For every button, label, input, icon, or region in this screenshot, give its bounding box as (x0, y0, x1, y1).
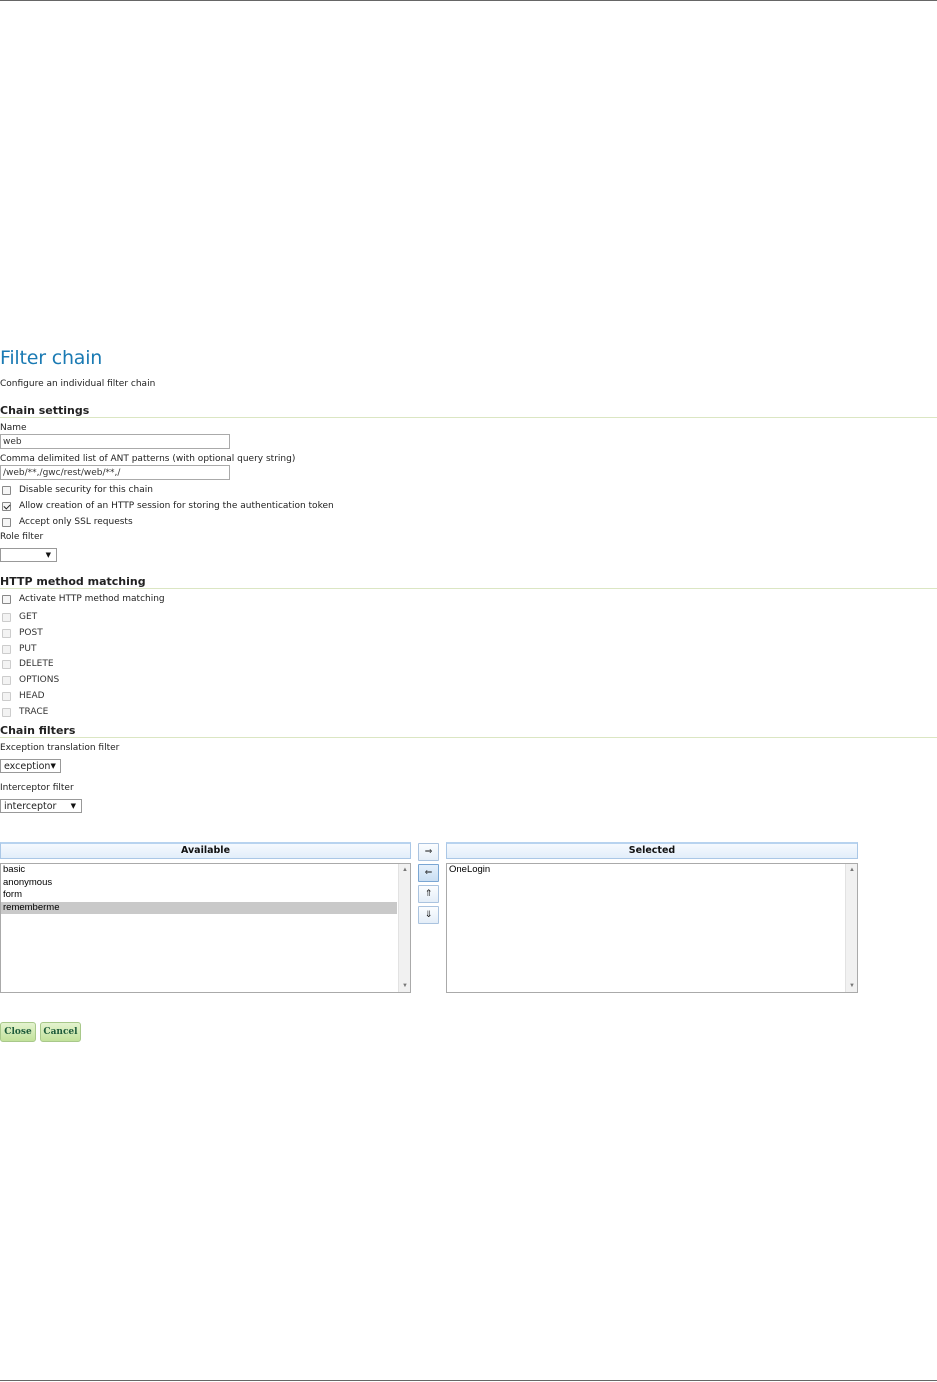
top-border (0, 0, 937, 1)
activate-http-method-row[interactable]: Activate HTTP method matching (2, 593, 165, 605)
section-divider (0, 417, 937, 418)
scroll-up-icon[interactable]: ▲ (849, 867, 855, 873)
allow-session-label: Allow creation of an HTTP session for st… (19, 501, 334, 511)
ssl-only-checkbox[interactable] (2, 517, 11, 527)
scroll-down-icon[interactable]: ▼ (849, 983, 855, 989)
move-down-button[interactable]: ⇓ (418, 906, 439, 924)
activate-http-method-label: Activate HTTP method matching (19, 594, 165, 604)
interceptor-filter-value: interceptor (4, 800, 57, 812)
method-options-label: OPTIONS (19, 675, 60, 685)
interceptor-filter-select[interactable]: interceptor ▼ (0, 799, 82, 813)
role-filter-label: Role filter (0, 532, 44, 542)
name-label: Name (0, 423, 27, 433)
section-heading-chain-settings: Chain settings (0, 404, 90, 417)
selected-list[interactable]: OneLogin ▲ ▼ (446, 863, 858, 993)
method-head-checkbox (2, 691, 11, 701)
list-item[interactable]: anonymous (1, 877, 410, 890)
page-title: Filter chain (0, 347, 103, 369)
method-trace-row: TRACE (2, 706, 48, 718)
cancel-button[interactable]: Cancel (40, 1022, 81, 1042)
disable-security-label: Disable security for this chain (19, 485, 153, 495)
method-put-checkbox (2, 644, 11, 654)
method-put-label: PUT (19, 644, 37, 654)
list-item[interactable]: basic (1, 864, 410, 877)
section-heading-http-methods: HTTP method matching (0, 575, 146, 588)
patterns-input[interactable] (0, 465, 230, 480)
method-trace-label: TRACE (19, 707, 49, 717)
method-post-label: POST (19, 628, 43, 638)
available-header: Available (0, 842, 411, 859)
patterns-label: Comma delimited list of ANT patterns (wi… (0, 454, 296, 464)
exception-filter-label: Exception translation filter (0, 743, 120, 753)
method-get-label: GET (19, 612, 38, 622)
interceptor-filter-label: Interceptor filter (0, 783, 74, 793)
method-options-row: OPTIONS (2, 674, 59, 686)
ssl-only-checkbox-row[interactable]: Accept only SSL requests (2, 516, 133, 528)
exception-filter-value: exception (4, 760, 51, 772)
selected-header: Selected (446, 842, 858, 859)
method-post-row: POST (2, 627, 43, 639)
section-divider (0, 588, 937, 589)
scroll-up-icon[interactable]: ▲ (402, 867, 408, 873)
remove-from-selected-button[interactable]: ⇐ (418, 864, 439, 882)
list-item[interactable]: OneLogin (447, 864, 857, 877)
move-up-button[interactable]: ⇑ (418, 885, 439, 903)
method-get-checkbox (2, 612, 11, 622)
list-item[interactable]: form (1, 889, 410, 902)
page-description: Configure an individual filter chain (0, 379, 156, 389)
method-delete-checkbox (2, 659, 11, 669)
method-put-row: PUT (2, 643, 37, 655)
available-scrollbar[interactable]: ▲ ▼ (398, 864, 410, 992)
add-to-selected-button[interactable]: ⇒ (418, 843, 439, 861)
method-post-checkbox (2, 628, 11, 638)
bottom-border (0, 1380, 937, 1381)
ssl-only-label: Accept only SSL requests (19, 517, 133, 527)
dropdown-arrow-icon: ▼ (70, 802, 76, 810)
role-filter-select[interactable]: ▼ (0, 548, 57, 562)
section-heading-chain-filters: Chain filters (0, 724, 76, 737)
list-item-selected[interactable]: rememberme (1, 901, 397, 914)
method-trace-checkbox (2, 707, 11, 717)
method-head-row: HEAD (2, 690, 45, 702)
section-divider (0, 737, 937, 738)
method-delete-row: DELETE (2, 658, 54, 670)
close-button[interactable]: Close (0, 1022, 36, 1042)
allow-session-checkbox[interactable] (2, 501, 11, 511)
method-options-checkbox (2, 675, 11, 685)
name-input[interactable] (0, 434, 230, 449)
available-list[interactable]: basic anonymous form rememberme ▲ ▼ (0, 863, 411, 993)
method-delete-label: DELETE (19, 659, 54, 669)
dropdown-arrow-icon: ▼ (50, 762, 56, 770)
selected-scrollbar[interactable]: ▲ ▼ (845, 864, 857, 992)
disable-security-checkbox-row[interactable]: Disable security for this chain (2, 484, 153, 496)
activate-http-method-checkbox[interactable] (2, 594, 11, 604)
allow-session-checkbox-row[interactable]: Allow creation of an HTTP session for st… (2, 500, 334, 512)
scroll-down-icon[interactable]: ▼ (402, 983, 408, 989)
dropdown-arrow-icon: ▼ (45, 551, 51, 559)
method-head-label: HEAD (19, 691, 45, 701)
method-get-row: GET (2, 611, 37, 623)
disable-security-checkbox[interactable] (2, 485, 11, 495)
exception-filter-select[interactable]: exception ▼ (0, 759, 61, 773)
